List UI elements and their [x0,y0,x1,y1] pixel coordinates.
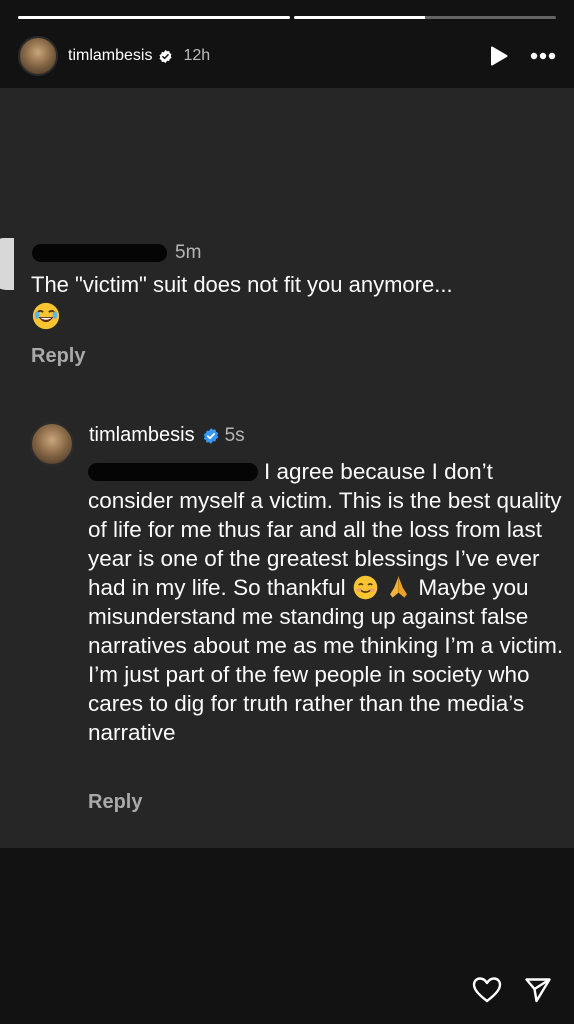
comment-time-ago: 5m [175,242,202,263]
story-header: timlambesis 12h [18,34,556,78]
story-progress [18,16,556,19]
reply-button[interactable]: Reply [88,791,142,814]
reply-body-part2: Maybe you misunderstand me standing up a… [88,575,564,745]
reply-text: I agree because I don’t consider myself … [88,457,568,747]
avatar[interactable] [18,36,58,76]
laughing-emoji-icon [32,303,60,330]
story-actions [472,976,552,1004]
reply-time-ago: 5s [224,424,245,446]
reply-username[interactable]: timlambesis [89,424,195,447]
smiling-emoji-icon [353,575,378,600]
praying-hands-emoji-icon [390,576,408,598]
reply-header: timlambesis 5s [89,424,245,447]
redacted-username [32,244,167,262]
comment-header: 5m [32,242,201,264]
more-icon[interactable] [530,52,556,60]
verified-badge-icon [159,49,172,63]
verified-badge-icon [203,427,218,444]
comment-text: The "victim" suit does not fit you anymo… [31,270,551,331]
comment-body: The "victim" suit does not fit you anymo… [31,272,453,297]
commenter-avatar [0,238,14,290]
redacted-mention [88,463,258,481]
progress-segment-2 [294,16,556,19]
heart-icon[interactable] [472,976,502,1004]
reply-avatar[interactable] [30,422,74,466]
send-icon[interactable] [524,976,552,1004]
story-time-ago: 12h [183,47,211,64]
play-icon[interactable] [490,46,508,66]
reply-button[interactable]: Reply [31,345,85,368]
progress-segment-1 [18,16,290,19]
story-username[interactable]: timlambesis [68,47,152,65]
